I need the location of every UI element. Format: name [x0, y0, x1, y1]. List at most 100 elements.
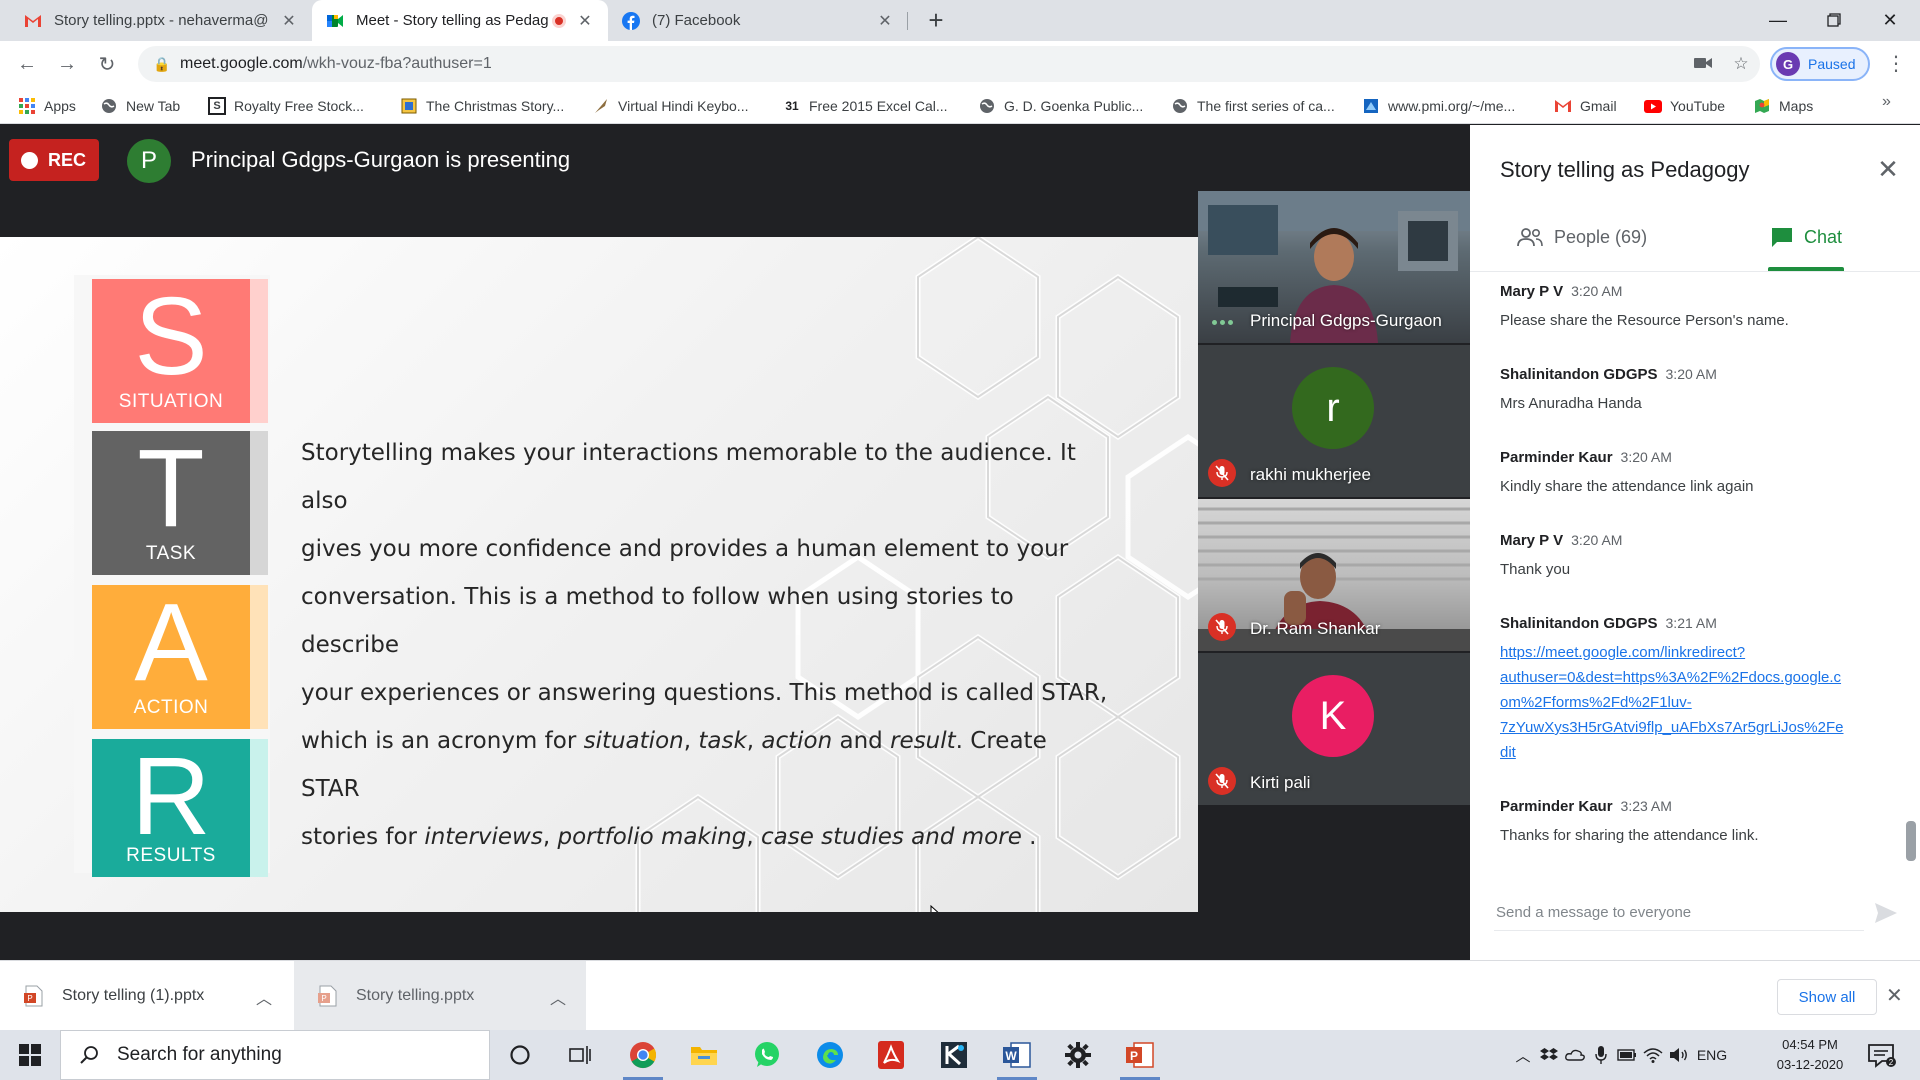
restore-button[interactable]	[1806, 0, 1862, 40]
taskbar-acrobat[interactable]	[865, 1030, 917, 1080]
tab-people[interactable]: People (69)	[1516, 209, 1647, 265]
participant-tile[interactable]: Principal Gdgps-Gurgaon	[1198, 191, 1470, 343]
message-header: Mary P V 3:20 AM	[1500, 532, 1880, 549]
message-time: 3:21 AM	[1665, 615, 1717, 631]
page-icon	[400, 97, 418, 115]
bookmark-hindi-keyboard[interactable]: Virtual Hindi Keybo...	[592, 96, 748, 116]
new-tab-button[interactable]: +	[922, 7, 950, 35]
profile-button[interactable]: G Paused	[1770, 47, 1870, 81]
close-tab-icon[interactable]: ✕	[280, 11, 298, 31]
participant-name: rakhi mukherjee	[1250, 465, 1371, 484]
close-tab-icon[interactable]: ✕	[576, 11, 594, 31]
chevron-up-icon[interactable]: ︿	[550, 985, 566, 1009]
tab-facebook[interactable]: (7) Facebook ✕	[608, 0, 908, 41]
browser-toolbar: ← → ↻ 🔒 meet.google.com/wkh-vouz-fba?aut…	[0, 41, 1920, 87]
bookmark-excel-calendar[interactable]: 31 Free 2015 Excel Cal...	[783, 96, 947, 116]
download-item[interactable]: P Story telling.pptx ︿	[294, 961, 586, 1031]
message-link-line[interactable]: authuser=0&dest=https%3A%2F%2Fdocs.googl…	[1500, 665, 1880, 690]
profile-status: Paused	[1808, 56, 1856, 72]
url-text[interactable]: meet.google.com/wkh-vouz-fba?authuser=1	[180, 55, 1684, 73]
back-button[interactable]: ←	[13, 50, 41, 78]
chevron-up-icon[interactable]: ︿	[256, 985, 272, 1009]
taskbar-chrome[interactable]	[617, 1030, 669, 1080]
taskbar-word[interactable]: W	[991, 1030, 1043, 1080]
meeting-details-panel: Story telling as Pedagogy ✕ People (69) …	[1470, 125, 1920, 960]
wifi-icon[interactable]	[1640, 1047, 1666, 1063]
bookmark-royalty-free[interactable]: S Royalty Free Stock...	[208, 96, 364, 116]
tab-chat[interactable]: Chat	[1770, 209, 1842, 265]
message-link[interactable]: https://meet.google.com/linkredirect? au…	[1500, 640, 1880, 765]
bookmark-star-icon[interactable]: ☆	[1722, 54, 1760, 74]
bookmark-pmi[interactable]: www.pmi.org/~/me...	[1362, 96, 1515, 116]
taskbar-search-box[interactable]: Search for anything	[60, 1030, 490, 1080]
camera-icon[interactable]	[1684, 54, 1722, 74]
chat-message-input[interactable]: Send a message to everyone	[1494, 895, 1864, 931]
start-button[interactable]	[0, 1030, 60, 1080]
browser-menu-icon[interactable]: ⋮	[1882, 50, 1910, 78]
participant-tile[interactable]: Dr. Ram Shankar	[1198, 499, 1470, 651]
download-item[interactable]: P Story telling (1).pptx ︿	[0, 961, 292, 1031]
message-link-line[interactable]: https://meet.google.com/linkredirect?	[1500, 640, 1880, 665]
cortana-button[interactable]	[494, 1030, 546, 1080]
bookmark-new-tab[interactable]: New Tab	[100, 96, 180, 116]
taskbar-whatsapp[interactable]	[741, 1030, 793, 1080]
chat-message: Shalinitandon GDGPS 3:20 AM Mrs Anuradha …	[1500, 366, 1880, 416]
bookmark-maps[interactable]: Maps	[1753, 96, 1813, 116]
star-stripe	[250, 431, 268, 575]
microphone-icon[interactable]	[1588, 1046, 1614, 1064]
onedrive-cloud-icon[interactable]	[1562, 1049, 1588, 1061]
close-tab-icon[interactable]: ✕	[876, 11, 894, 31]
pptx-file-icon: P	[24, 985, 43, 1007]
text-run: .	[1021, 824, 1037, 850]
message-link-line[interactable]: dit	[1500, 740, 1880, 765]
system-clock[interactable]: 04:54 PM 03-12-2020	[1766, 1035, 1854, 1075]
taskbar-edge[interactable]	[804, 1030, 856, 1080]
bookmarks-bar: Apps New Tab S Royalty Free Stock... The…	[0, 87, 1920, 124]
profile-avatar: G	[1776, 52, 1800, 76]
bookmark-gmail[interactable]: Gmail	[1554, 96, 1617, 116]
participant-tile[interactable]: K Kirti pali	[1198, 653, 1470, 805]
notification-center-icon[interactable]: 2	[1866, 1040, 1896, 1070]
chat-scrollbar[interactable]	[1906, 821, 1916, 861]
bookmark-youtube[interactable]: YouTube	[1644, 96, 1725, 116]
reload-button[interactable]: ↻	[93, 50, 121, 78]
bookmarks-overflow-icon[interactable]: »	[1882, 93, 1891, 111]
participant-tile[interactable]: r rakhi mukherjee	[1198, 345, 1470, 497]
chat-message: Shalinitandon GDGPS 3:21 AM https://meet.…	[1500, 615, 1880, 765]
bookmark-first-series[interactable]: The first series of ca...	[1171, 96, 1335, 116]
input-language[interactable]: ENG	[1692, 1047, 1732, 1063]
send-icon[interactable]	[1872, 899, 1900, 927]
minimize-button[interactable]: —	[1750, 0, 1806, 40]
star-action-box: A ACTION	[92, 585, 268, 729]
message-text: Mrs Anuradha Handa	[1500, 395, 1642, 412]
system-tray: ︿ ENG	[1510, 1030, 1732, 1080]
dropbox-icon[interactable]	[1536, 1047, 1562, 1063]
show-all-downloads-button[interactable]: Show all	[1777, 979, 1877, 1015]
forward-button[interactable]: →	[53, 50, 81, 78]
bookmark-apps[interactable]: Apps	[18, 96, 76, 116]
battery-icon[interactable]	[1614, 1049, 1640, 1061]
bookmark-christmas-story[interactable]: The Christmas Story...	[400, 96, 564, 116]
text-run: ,	[683, 728, 699, 754]
close-panel-button[interactable]: ✕	[1872, 153, 1904, 185]
task-view-button[interactable]	[554, 1030, 606, 1080]
message-link-line[interactable]: om%2Fforms%2Fd%2F1luv-	[1500, 690, 1880, 715]
mic-muted-icon	[1208, 459, 1236, 487]
taskbar-kinemaster[interactable]	[928, 1030, 980, 1080]
show-hidden-icons-chevron-icon[interactable]: ︿	[1510, 1045, 1536, 1066]
tab-gmail-slides[interactable]: Story telling.pptx - nehaverma@ ✕	[10, 0, 312, 41]
globe-icon	[978, 97, 996, 115]
message-link-line[interactable]: 7zYuwXys3H5rGAtvi9flp_uAFbXs7Ar5grLiJos%…	[1500, 715, 1880, 740]
bookmark-gd-goenka[interactable]: G. D. Goenka Public...	[978, 96, 1143, 116]
message-sender: Mary P V	[1500, 283, 1564, 300]
close-window-button[interactable]: ✕	[1862, 0, 1918, 40]
address-bar[interactable]: 🔒 meet.google.com/wkh-vouz-fba?authuser=…	[138, 46, 1760, 82]
rec-label: REC	[48, 149, 87, 170]
close-downloads-icon[interactable]: ✕	[1886, 983, 1903, 1008]
tab-meet[interactable]: Meet - Story telling as Pedag ✕	[312, 0, 608, 41]
lock-icon[interactable]: 🔒	[144, 56, 180, 73]
speaker-icon[interactable]	[1666, 1047, 1692, 1063]
taskbar-powerpoint[interactable]: P	[1114, 1030, 1166, 1080]
taskbar-file-explorer[interactable]	[678, 1030, 730, 1080]
taskbar-settings[interactable]	[1052, 1030, 1104, 1080]
